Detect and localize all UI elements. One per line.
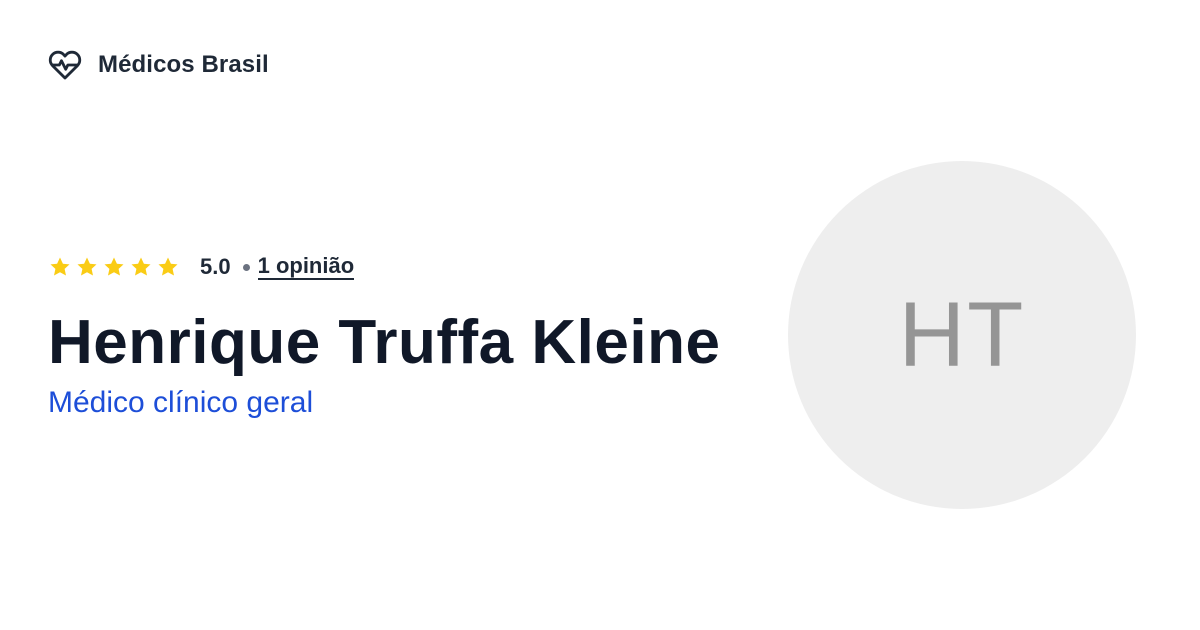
avatar: HT bbox=[788, 161, 1136, 509]
avatar-initials: HT bbox=[898, 283, 1026, 386]
heart-pulse-icon bbox=[48, 48, 82, 82]
star-icon bbox=[50, 257, 70, 276]
doctor-info: 5.0 1 opinião Henrique Truffa Kleine Méd… bbox=[48, 253, 768, 421]
reviews-link[interactable]: 1 opinião bbox=[257, 254, 355, 280]
doctor-name: Henrique Truffa Kleine bbox=[48, 308, 721, 377]
separator-dot bbox=[242, 263, 250, 271]
star-icon bbox=[131, 257, 151, 276]
star-icon bbox=[104, 257, 124, 276]
rating-value: 5.0 bbox=[200, 254, 231, 279]
doctor-specialty: Médico clínico geral bbox=[48, 386, 314, 419]
rating-row: 5.0 1 opinião bbox=[48, 253, 768, 281]
star-rating bbox=[48, 255, 180, 279]
brand-name: Médicos Brasil bbox=[98, 51, 269, 78]
star-icon bbox=[77, 257, 97, 276]
brand-logo[interactable]: Médicos Brasil bbox=[48, 48, 269, 82]
profile-card: Médicos Brasil 5.0 1 opinião Henrique Tr… bbox=[0, 0, 1200, 630]
star-icon bbox=[158, 257, 178, 276]
